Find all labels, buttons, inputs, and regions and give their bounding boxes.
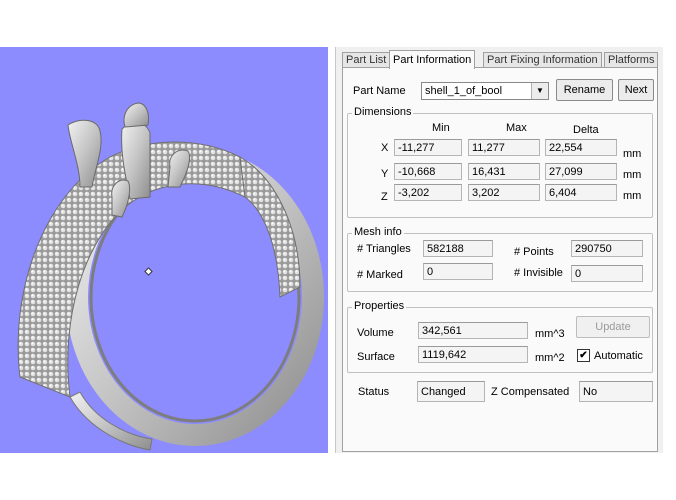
x-delta-field: 22,554 xyxy=(545,139,617,156)
surface-field: 1119,642 xyxy=(418,346,528,363)
axis-y-label: Y xyxy=(381,168,389,180)
ring-model xyxy=(17,102,324,451)
dim-header-max: Max xyxy=(506,122,527,134)
x-max-field: 11,277 xyxy=(468,139,540,156)
z-max-field: 3,202 xyxy=(468,184,540,201)
part-name-dropdown[interactable]: shell_1_of_bool ▼ xyxy=(421,82,549,100)
dim-header-min: Min xyxy=(432,122,450,134)
tab-part-fixing-information[interactable]: Part Fixing Information xyxy=(483,52,602,68)
invisible-field: 0 xyxy=(571,265,643,282)
mesh-info-group: Mesh info # Triangles 582188 # Points 29… xyxy=(347,226,653,292)
update-button[interactable]: Update xyxy=(576,316,650,338)
status-label: Status xyxy=(358,386,390,398)
tab-platforms[interactable]: Platforms xyxy=(604,52,659,68)
z-compensated-label: Z Compensated xyxy=(491,386,570,398)
z-unit-label: mm xyxy=(623,190,642,202)
automatic-checkbox[interactable]: ✔ xyxy=(577,349,590,362)
properties-group: Properties Volume 342,561 mm^3 Update Su… xyxy=(347,300,653,373)
axis-z-label: Z xyxy=(381,191,388,203)
status-field: Changed xyxy=(417,381,485,402)
points-field: 290750 xyxy=(571,240,643,257)
y-unit-label: mm xyxy=(623,169,642,181)
marked-field: 0 xyxy=(423,263,493,280)
invisible-label: # Invisible xyxy=(514,267,563,279)
dimensions-title: Dimensions xyxy=(352,106,414,118)
z-min-field: -3,202 xyxy=(394,184,462,201)
part-name-value: shell_1_of_bool xyxy=(425,85,503,97)
part-properties-panel: Part List Part Information Part Fixing I… xyxy=(335,47,663,453)
y-max-field: 16,431 xyxy=(468,163,540,180)
axis-x-label: X xyxy=(381,142,389,154)
volume-unit-label: mm^3 xyxy=(535,328,565,340)
mesh-info-title: Mesh info xyxy=(352,226,404,238)
z-delta-field: 6,404 xyxy=(545,184,617,201)
x-unit-label: mm xyxy=(623,148,642,160)
properties-title: Properties xyxy=(352,300,407,312)
triangles-field: 582188 xyxy=(423,240,493,257)
volume-label: Volume xyxy=(357,327,394,339)
part-name-label: Part Name xyxy=(353,85,406,97)
surface-label: Surface xyxy=(357,351,395,363)
part-information-page: Part Name shell_1_of_bool ▼ Rename Next … xyxy=(342,67,658,452)
z-compensated-field: No xyxy=(579,381,653,402)
dim-header-delta: Delta xyxy=(573,124,599,136)
marked-label: # Marked xyxy=(357,269,403,281)
dimensions-group: Dimensions Min Max Delta X -11,277 11,27… xyxy=(347,106,653,218)
volume-field: 342,561 xyxy=(418,322,528,339)
3d-viewport[interactable] xyxy=(0,47,328,453)
points-label: # Points xyxy=(514,246,554,258)
triangles-label: # Triangles xyxy=(357,243,411,255)
y-min-field: -10,668 xyxy=(394,163,462,180)
tab-part-information[interactable]: Part Information xyxy=(389,50,476,69)
automatic-label: Automatic xyxy=(594,350,643,362)
x-min-field: -11,277 xyxy=(394,139,462,156)
tab-part-list[interactable]: Part List xyxy=(342,52,391,68)
surface-unit-label: mm^2 xyxy=(535,352,565,364)
chevron-down-icon[interactable]: ▼ xyxy=(531,83,548,99)
next-button[interactable]: Next xyxy=(618,79,654,101)
rename-button[interactable]: Rename xyxy=(556,79,613,101)
y-delta-field: 27,099 xyxy=(545,163,617,180)
